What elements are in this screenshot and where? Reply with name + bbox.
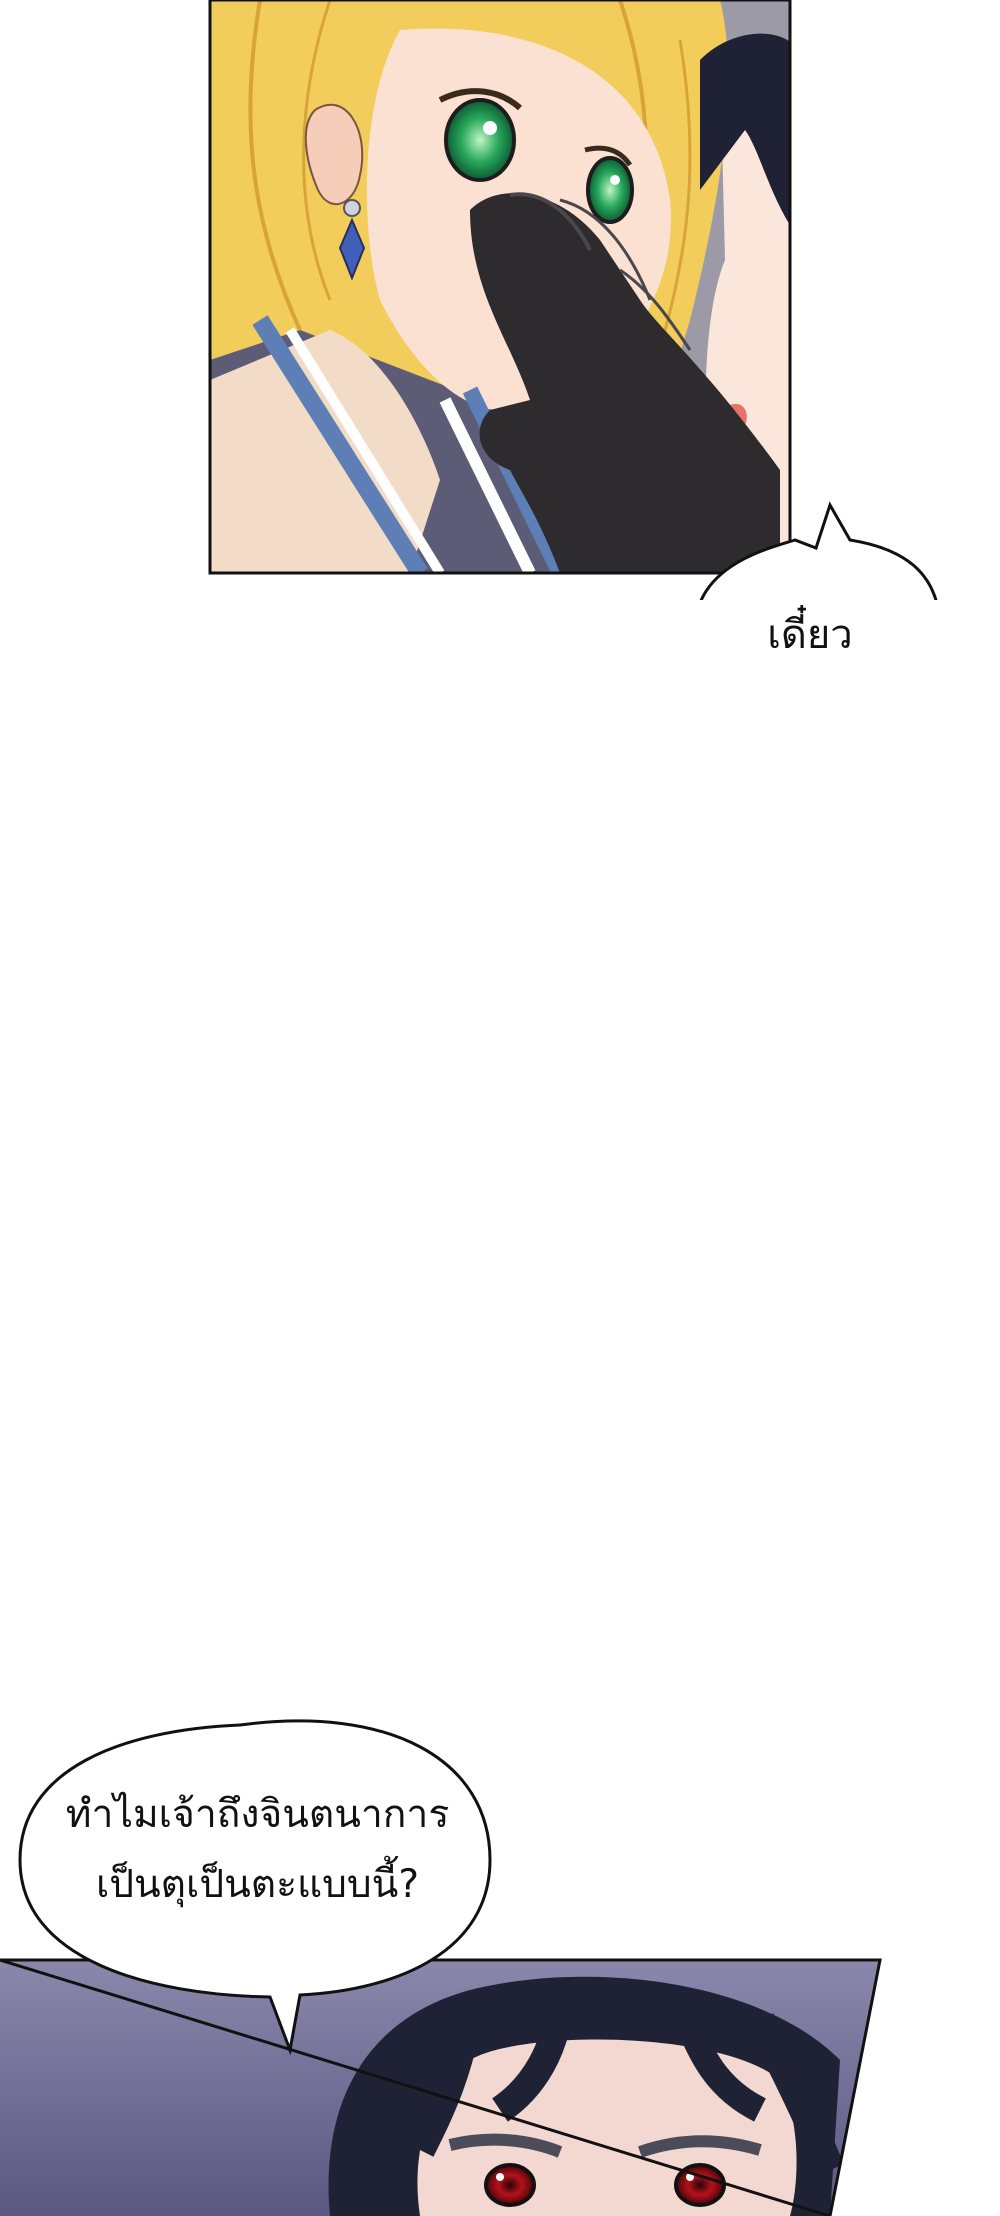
man-left-eye [484,2163,536,2207]
right-eye [586,156,634,224]
speech-bubble-2-text: ทำไมเจ้าถึงจินตนาการ เป็นตุเป็นตะแบบนี้? [30,1780,485,1920]
bubble-2-line-1: ทำไมเจ้าถึงจินตนาการ [65,1792,450,1837]
comic-panel-bottom [0,1940,1000,2216]
speech-bubble-1-text: เดี๋ยว [690,600,930,670]
panel-bottom-art [0,1958,882,2216]
bubble-2-line-2: เป็นตุเป็นตะแบบนี้? [95,1862,420,1907]
comic-panel-top [0,0,1000,600]
left-eye [444,98,516,182]
bubble-1-line: เดี๋ยว [767,612,853,658]
panel-top-art [208,0,938,600]
